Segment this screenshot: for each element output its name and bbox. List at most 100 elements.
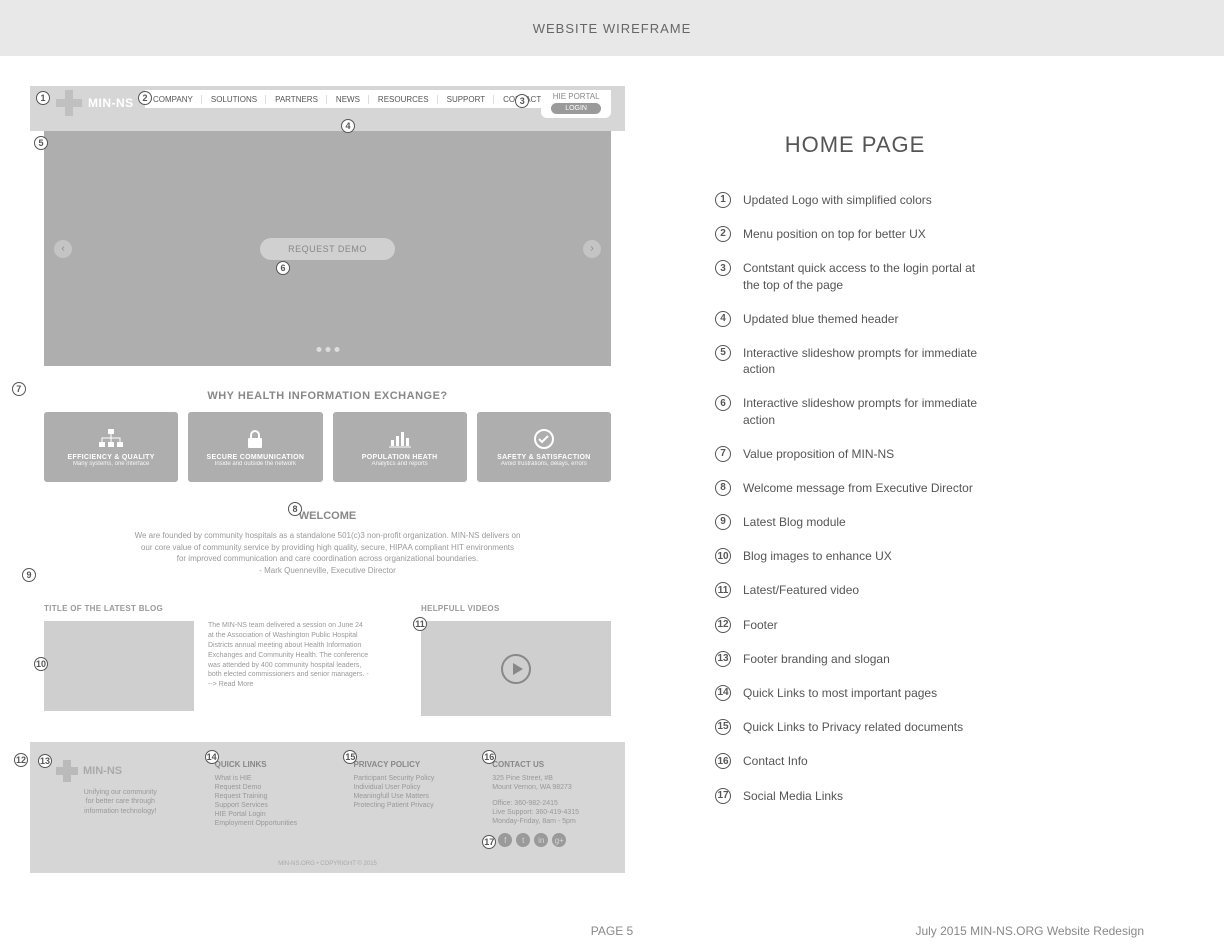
footer-link[interactable]: Support Services — [215, 802, 324, 809]
blog-image-placeholder — [44, 621, 194, 711]
callout-2: 2 — [138, 91, 152, 105]
plus-logo-icon — [56, 90, 82, 116]
footer-link[interactable]: HIE Portal Login — [215, 811, 324, 818]
annotation-item: 12Footer — [715, 617, 995, 633]
twitter-icon[interactable]: t — [516, 833, 530, 847]
footer-brand-col: MIN-NS Unifying our community for better… — [56, 760, 185, 847]
footer-link[interactable]: Request Demo — [215, 784, 324, 791]
why-title: 7 WHY HEALTH INFORMATION EXCHANGE? — [30, 390, 625, 402]
value-card[interactable]: SECURE COMMUNICATION Inside and outside … — [188, 412, 322, 482]
document-meta: July 2015 MIN-NS.ORG Website Redesign — [915, 924, 1144, 938]
value-card[interactable]: POPULATION HEATH Analytics and reports — [333, 412, 467, 482]
footer-col-title: QUICK LINKS — [215, 760, 324, 769]
footer-link[interactable]: What is HIE — [215, 775, 324, 782]
page-number: PAGE 5 — [591, 924, 633, 938]
nav-item[interactable]: COMPANY — [145, 95, 202, 104]
callout-10: 10 — [34, 657, 48, 671]
portal-box: 3 HIE PORTAL LOGIN — [541, 90, 611, 118]
latest-blog-title: TITLE OF THE LATEST BLOG — [44, 604, 369, 613]
facebook-icon[interactable]: f — [498, 833, 512, 847]
footer-contact-col: 16 CONTACT US 325 Pine Street, #B Mount … — [492, 760, 611, 847]
nav-item[interactable]: NEWS — [328, 95, 369, 104]
sidebar-title: HOME PAGE — [715, 132, 995, 158]
logo-area: MIN-NS — [46, 86, 134, 116]
nav-item[interactable]: PARTNERS — [267, 95, 327, 104]
welcome-title: 8 WELCOME — [30, 510, 625, 522]
annotation-list: 1Updated Logo with simplified colors 2Me… — [715, 192, 995, 804]
content-row: 1 MIN-NS 2 COMPANY SOLUTIONS PARTNERS NE… — [0, 56, 1224, 873]
carousel-next[interactable]: › — [583, 240, 601, 258]
callout-11: 11 — [413, 617, 427, 631]
value-card[interactable]: SAFETY & SATISFACTION Avoid frustrations… — [477, 412, 611, 482]
footer-link[interactable]: Employment Opportunities — [215, 820, 324, 827]
annotation-item: 14Quick Links to most important pages — [715, 685, 995, 701]
value-card[interactable]: EFFICIENCY & QUALITY Many systems, one i… — [44, 412, 178, 482]
callout-12: 12 — [14, 753, 28, 767]
welcome-body: We are founded by community hospitals as… — [30, 530, 625, 576]
annotation-item: 11Latest/Featured video — [715, 582, 995, 598]
mockup-footer: 13 MIN-NS Unifying our community for bet… — [30, 742, 625, 857]
website-mockup: 1 MIN-NS 2 COMPANY SOLUTIONS PARTNERS NE… — [30, 86, 625, 873]
carousel-prev[interactable]: ‹ — [54, 240, 72, 258]
nav-item[interactable]: RESOURCES — [370, 95, 438, 104]
footer-contact-text: 325 Pine Street, #B Mount Vernon, WA 982… — [492, 775, 611, 825]
annotation-item: 15Quick Links to Privacy related documen… — [715, 719, 995, 735]
callout-9: 9 — [22, 568, 36, 582]
annotation-item: 2Menu position on top for better UX — [715, 226, 995, 242]
hero-slideshow: ‹ REQUEST DEMO 6 › — [44, 131, 611, 366]
blog-excerpt: The MIN-NS team delivered a session on J… — [208, 621, 369, 711]
brand-text: MIN-NS — [88, 96, 134, 110]
document-footer: PAGE 5 July 2015 MIN-NS.ORG Website Rede… — [0, 924, 1224, 938]
callout-14: 14 — [205, 750, 219, 764]
callout-8: 8 — [288, 502, 302, 516]
nav-item[interactable]: SUPPORT — [439, 95, 495, 104]
callout-7: 7 — [12, 382, 26, 396]
annotation-item: 5Interactive slideshow prompts for immed… — [715, 345, 995, 377]
blog-row: 10 The MIN-NS team delivered a session o… — [44, 621, 369, 711]
callout-16: 16 — [482, 750, 496, 764]
callout-6: 6 — [276, 261, 290, 275]
footer-link[interactable]: Individual User Policy — [353, 784, 462, 791]
carousel-dots[interactable] — [316, 347, 339, 352]
checkmark-circle-icon — [531, 428, 557, 450]
play-icon — [501, 654, 531, 684]
annotation-item: 3Contstant quick access to the login por… — [715, 260, 995, 292]
footer-col-title: CONTACT US — [492, 760, 611, 769]
document-title: WEBSITE WIREFRAME — [533, 21, 692, 36]
callout-5: 5 — [34, 136, 48, 150]
annotation-item: 8Welcome message from Executive Director — [715, 480, 995, 496]
login-button[interactable]: LOGIN — [551, 103, 601, 114]
latest-blog-module: TITLE OF THE LATEST BLOG 10 The MIN-NS t… — [44, 604, 369, 716]
annotation-item: 10Blog images to enhance UX — [715, 548, 995, 564]
plus-logo-icon — [56, 760, 78, 782]
mockup-header: 1 MIN-NS 2 COMPANY SOLUTIONS PARTNERS NE… — [30, 86, 625, 131]
linkedin-icon[interactable]: in — [534, 833, 548, 847]
lower-content-row: 9 TITLE OF THE LATEST BLOG 10 The MIN-NS… — [30, 576, 625, 716]
videos-module: HELPFULL VIDEOS 11 — [421, 604, 611, 716]
footer-copyright: MIN-NS.ORG • COPYRIGHT © 2015 — [30, 857, 625, 873]
callout-17: 17 — [482, 835, 496, 849]
callout-15: 15 — [343, 750, 357, 764]
nav-item[interactable]: SOLUTIONS — [203, 95, 266, 104]
googleplus-icon[interactable]: g+ — [552, 833, 566, 847]
footer-col-title: PRIVACY POLICY — [353, 760, 462, 769]
wireframe-document-page: WEBSITE WIREFRAME 1 MIN-NS 2 COMPANY SOL… — [0, 0, 1224, 950]
footer-link[interactable]: Participant Security Policy — [353, 775, 462, 782]
callout-4: 4 — [341, 119, 355, 133]
video-thumbnail[interactable]: 11 — [421, 621, 611, 716]
portal-label: HIE PORTAL — [551, 92, 601, 101]
footer-links-list: What is HIE Request Demo Request Trainin… — [215, 775, 324, 827]
footer-link[interactable]: Protecting Patient Privacy — [353, 802, 462, 809]
document-header-bar: WEBSITE WIREFRAME — [0, 0, 1224, 56]
annotation-item: 4Updated blue themed header — [715, 311, 995, 327]
footer-links-list: Participant Security Policy Individual U… — [353, 775, 462, 809]
annotation-item: 6Interactive slideshow prompts for immed… — [715, 395, 995, 427]
footer-slogan: Unifying our community for better care t… — [56, 788, 185, 815]
footer-link[interactable]: Meaningfull Use Matters — [353, 793, 462, 800]
footer-privacy-col: 15 PRIVACY POLICY Participant Security P… — [353, 760, 462, 847]
annotation-item: 13Footer branding and slogan — [715, 651, 995, 667]
main-nav: COMPANY SOLUTIONS PARTNERS NEWS RESOURCE… — [145, 90, 549, 108]
value-cards-row: EFFICIENCY & QUALITY Many systems, one i… — [30, 412, 625, 482]
footer-link[interactable]: Request Training — [215, 793, 324, 800]
hero-cta-button[interactable]: REQUEST DEMO — [260, 238, 395, 260]
